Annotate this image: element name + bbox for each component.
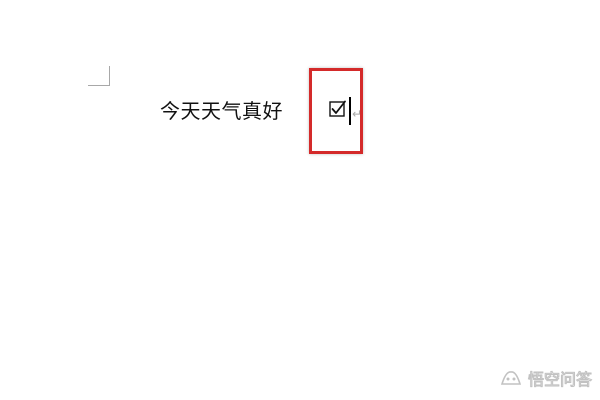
document-line[interactable]: 今天天气真好 bbox=[160, 96, 283, 126]
watermark: 悟空问答 bbox=[500, 366, 593, 390]
document-page: 今天天气真好 ↵ 悟空问答 bbox=[0, 0, 600, 400]
document-text[interactable]: 今天天气真好 bbox=[160, 96, 283, 126]
watermark-text: 悟空问答 bbox=[527, 370, 592, 390]
page-margin-corner-mark bbox=[88, 66, 110, 86]
highlight-annotation-box bbox=[309, 68, 363, 154]
wukong-logo-icon bbox=[500, 371, 522, 385]
